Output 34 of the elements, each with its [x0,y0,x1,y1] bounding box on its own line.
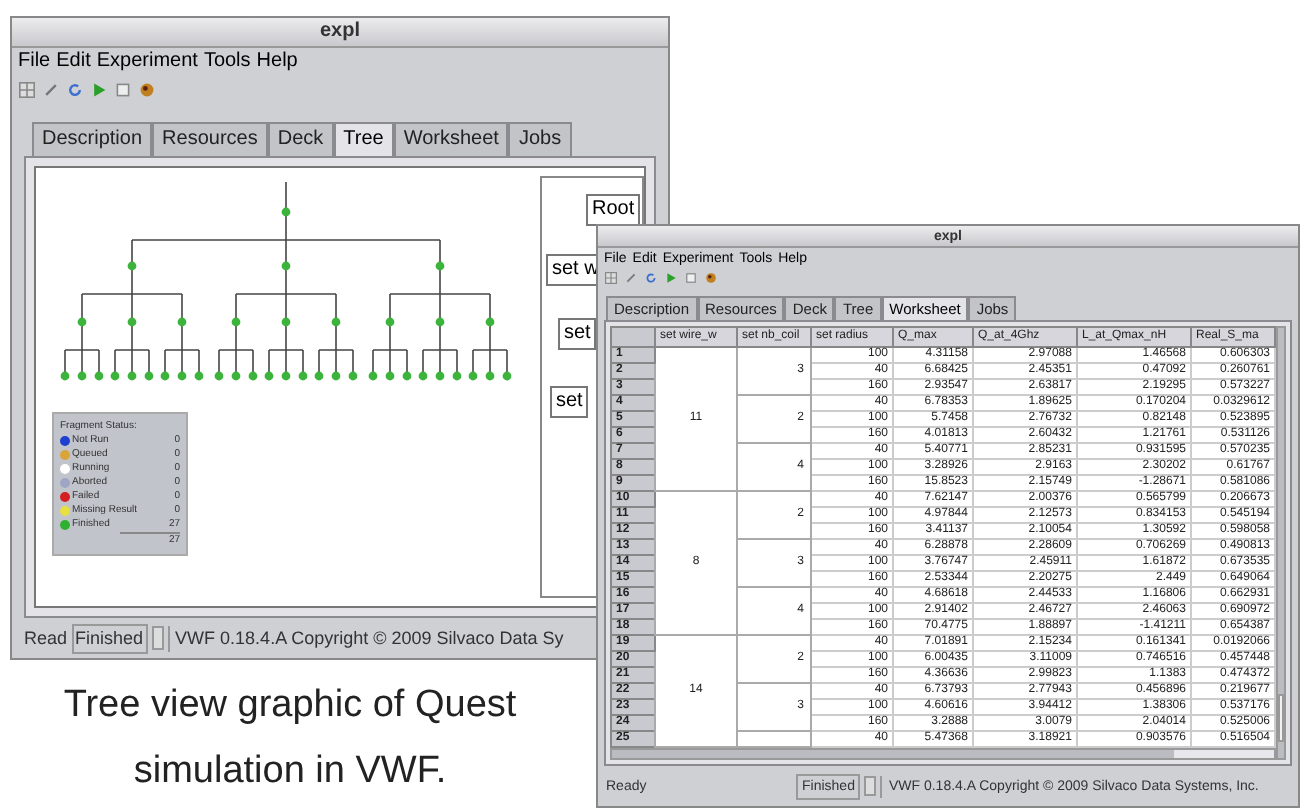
vertical-scrollbar[interactable] [1276,326,1286,760]
menu-item[interactable]: Edit [56,52,91,72]
brush-icon[interactable] [704,272,718,284]
play-icon[interactable] [90,82,108,98]
pencil-icon[interactable] [42,82,60,98]
play-icon[interactable] [664,272,678,284]
pencil-icon[interactable] [624,272,638,284]
status-text: Read [24,629,68,647]
tab[interactable]: Description [32,122,153,156]
menu-item[interactable]: Experiment [96,52,198,72]
tab[interactable]: Resources [152,122,268,156]
menu-item[interactable]: File [18,52,51,72]
page-icon[interactable] [684,272,698,284]
page-icon[interactable] [114,82,132,98]
tab[interactable]: Tree [333,122,394,156]
grid-icon[interactable] [18,82,36,98]
window-title: expl [319,22,360,42]
tree-node: set [550,386,589,418]
menu-item[interactable]: Tools [203,52,251,72]
tab[interactable]: Worksheet [393,122,509,156]
brush-icon[interactable] [138,82,156,98]
tab[interactable]: Jobs [508,122,572,156]
caption: Tree view graphic of Quest simulation in VWF. [61,682,519,796]
horizontal-scrollbar[interactable] [610,748,1276,760]
refresh-icon[interactable] [66,82,84,98]
tab[interactable]: Deck [267,122,334,156]
tree-node: set [558,318,597,350]
status-indicator [151,626,164,650]
status-field: Finished [71,623,148,653]
menu-item[interactable]: Help [256,52,298,72]
status-field: VWF 0.18.4.A Copyright © 2009 Silvaco Data Sy [167,625,564,651]
status-indicator [864,776,877,796]
grid-icon[interactable] [604,272,618,284]
refresh-icon[interactable] [644,272,658,284]
